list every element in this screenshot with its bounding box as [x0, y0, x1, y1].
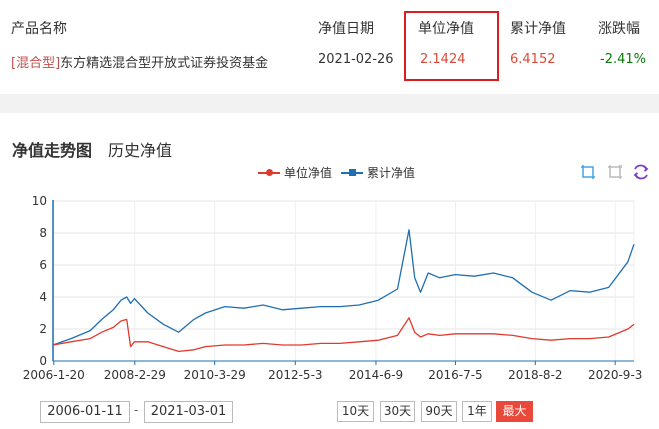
- y-tick-label: 6: [39, 258, 47, 272]
- fund-name: 东方精选混合型开放式证券投资基金: [60, 56, 269, 71]
- chart-title: 净值走势图: [12, 141, 93, 160]
- zoom-reset-icon[interactable]: [606, 163, 624, 181]
- legend-unit-nav[interactable]: 单位净值: [258, 164, 332, 181]
- x-tick-label: 2010-3-29: [184, 368, 246, 382]
- x-tick-label: 2016-7-5: [428, 368, 482, 382]
- header-accumulated-nav: 累计净值: [510, 21, 566, 37]
- nav-date-value: 2021-02-26: [318, 52, 394, 67]
- restore-icon[interactable]: [632, 163, 650, 181]
- x-tick-label: 2018-8-2: [508, 368, 562, 382]
- x-tick-label: 2006-1-20: [23, 368, 85, 382]
- fund-type-tag: [混合型]: [11, 56, 61, 71]
- x-tick-label: 2008-2-29: [104, 368, 166, 382]
- legend-unit-label: 单位净值: [284, 166, 333, 180]
- x-tick-label: 2012-5-3: [268, 368, 322, 382]
- date-separator: -: [134, 403, 139, 417]
- range-button-max[interactable]: 最大: [496, 401, 533, 422]
- start-date-input[interactable]: 2006-01-11: [40, 401, 130, 423]
- series-line-accumulated-nav: [52, 229, 635, 346]
- legend-acc-nav[interactable]: 累计净值: [341, 164, 415, 181]
- change-pct-value: -2.41%: [600, 52, 646, 67]
- range-button-90d[interactable]: 90天: [421, 401, 457, 422]
- y-tick-label: 10: [32, 194, 47, 208]
- x-tick-label: 2014-6-9: [349, 368, 403, 382]
- unit-nav-highlight-box: [404, 11, 499, 81]
- nav-line-chart[interactable]: 0 2 4 6 8 10 2006-1-20 2008-2-29 2010-3-29 2012-…: [0, 190, 659, 390]
- header-product-name: 产品名称: [11, 21, 67, 37]
- x-axis-ticks: 2006-1-20 2008-2-29 2010-3-29 2012-5-3 2014-…: [23, 361, 642, 382]
- header-nav-date: 净值日期: [318, 21, 374, 37]
- y-tick-label: 2: [39, 322, 47, 336]
- range-button-1y[interactable]: 1年: [462, 401, 492, 422]
- fund-name-link[interactable]: [混合型]东方精选混合型开放式证券投资基金: [11, 52, 268, 71]
- header-change-pct: 涨跌幅: [598, 21, 640, 37]
- history-nav-tab[interactable]: 历史净值: [108, 137, 172, 161]
- y-tick-label: 0: [39, 354, 47, 368]
- y-tick-label: 8: [39, 226, 47, 240]
- series-line-unit-nav: [52, 317, 635, 353]
- chart-grid: [53, 200, 635, 362]
- range-button-30d[interactable]: 30天: [380, 401, 415, 422]
- y-axis-ticks: 0 2 4 6 8 10: [32, 194, 47, 368]
- chart-series: [52, 229, 635, 353]
- legend-acc-label: 累计净值: [367, 166, 416, 180]
- zoom-icon[interactable]: [579, 163, 597, 181]
- end-date-input[interactable]: 2021-03-01: [144, 401, 233, 423]
- range-button-10d[interactable]: 10天: [337, 401, 374, 422]
- legend-acc-marker: [341, 168, 363, 176]
- section-divider: [0, 94, 659, 113]
- x-tick-label: 2020-9-3: [588, 368, 642, 382]
- legend-unit-marker: [258, 168, 280, 176]
- y-tick-label: 4: [39, 290, 47, 304]
- accumulated-nav-value: 6.4152: [510, 52, 556, 67]
